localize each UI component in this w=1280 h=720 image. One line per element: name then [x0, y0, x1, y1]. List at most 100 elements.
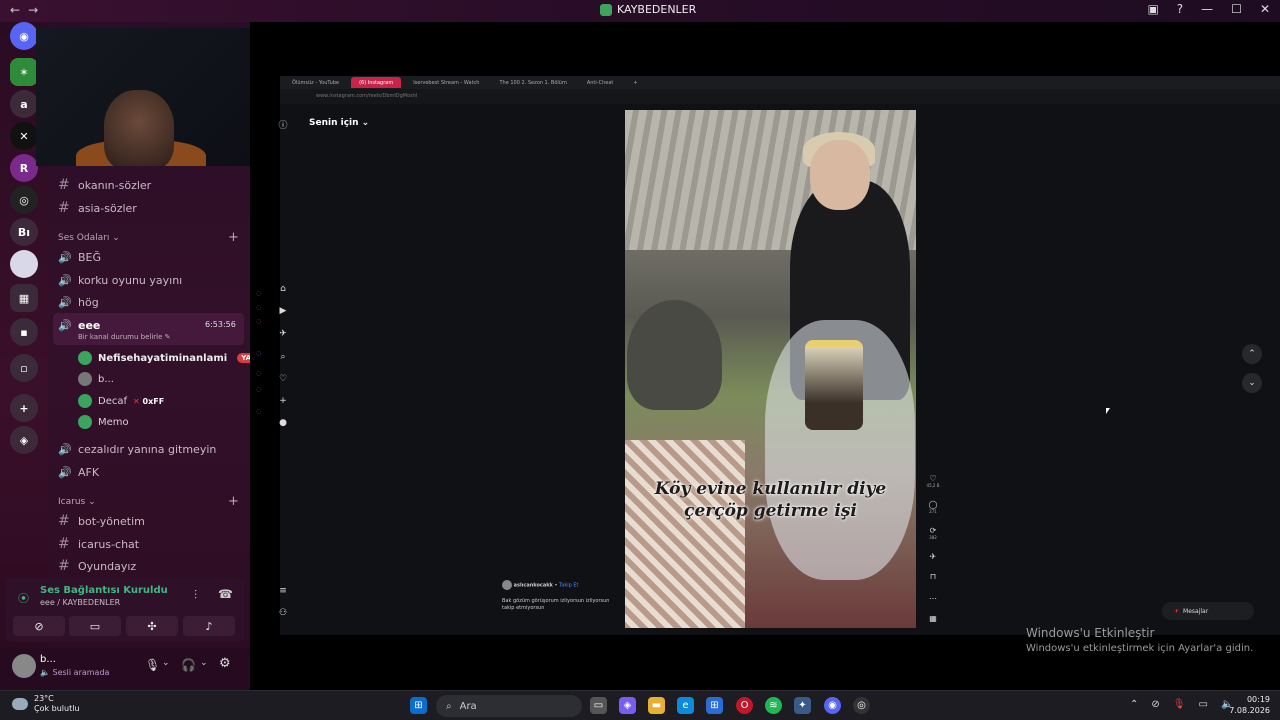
headphones-icon[interactable]: 🎧 — [181, 658, 196, 672]
voice-channel-cezalidir[interactable]: 🔊 cezalıdır yanına gitmeyin — [58, 440, 216, 458]
weather-widget[interactable]: 23°C Çok bulutlu — [12, 694, 80, 714]
voice-member[interactable]: NefisehayatiminanlamiYAYINDA — [78, 350, 280, 366]
server-a[interactable]: a — [10, 90, 38, 118]
feed-selector[interactable]: Senin için ⌄ — [309, 118, 369, 128]
taskbar-search[interactable]: ⌕ Ara — [436, 695, 582, 717]
tab-stream[interactable]: Iservebest Stream - Watch — [405, 77, 487, 88]
server-anime-icon[interactable] — [10, 250, 38, 278]
tab-youtube[interactable]: Ölümsüz - YouTube — [284, 77, 347, 88]
chevron-down-icon[interactable]: ⌄ — [162, 658, 170, 668]
inbox-icon[interactable]: ▣ — [1147, 2, 1158, 16]
create-icon[interactable]: + — [277, 396, 289, 406]
file-explorer-icon[interactable]: ▬ — [648, 697, 665, 714]
voice-channel-korku[interactable]: 🔊 korku oyunu yayını — [58, 271, 182, 289]
obs-icon[interactable]: ◎ — [853, 697, 870, 714]
home-icon[interactable]: ⌂ — [277, 284, 289, 294]
spotify-icon[interactable]: ≋ — [765, 697, 782, 714]
channel-status[interactable]: Bir kanal durumu belirle ✎ — [78, 333, 171, 341]
store-icon[interactable]: ⊞ — [706, 697, 723, 714]
menu-icon[interactable]: ≡ — [277, 586, 289, 596]
server-folder2-icon[interactable]: ▪ — [10, 318, 38, 346]
close-button[interactable]: ✕ — [1260, 2, 1270, 16]
discord-home-icon[interactable]: ◉ — [10, 22, 38, 50]
copilot-icon[interactable]: ◈ — [619, 697, 636, 714]
settings-gear-icon[interactable]: ⚙ — [219, 656, 231, 671]
avatar[interactable] — [12, 654, 36, 678]
text-channel-asia-sozler[interactable]: # asia-sözler — [58, 199, 137, 217]
minimize-button[interactable]: — — [1201, 2, 1213, 16]
reel-video[interactable]: Köy evine kullanılır diye çerçöp getirme… — [625, 110, 916, 628]
microphone-icon[interactable]: 🎙 — [1173, 699, 1186, 710]
add-channel-icon[interactable]: + — [228, 494, 239, 509]
more-options-button[interactable]: … — [926, 592, 940, 601]
share-button[interactable]: ✈ — [926, 552, 940, 561]
messages-button[interactable]: ✈ Mesajlar — [1162, 602, 1254, 620]
address-bar[interactable]: www.instagram.com/reels/DbmlDgMoshl — [280, 89, 1280, 104]
server-emblem-icon[interactable]: ◎ — [10, 186, 38, 214]
network-off-icon[interactable]: ⊘ — [1151, 699, 1159, 710]
server-folder3-icon[interactable]: ▫ — [10, 354, 38, 382]
task-view-icon[interactable]: ▭ — [590, 697, 607, 714]
voice-channel-hog[interactable]: 🔊 hög — [58, 293, 99, 311]
category-icarus[interactable]: Icarus ⌄ — [58, 497, 96, 507]
tab-the100[interactable]: The 100 2. Sezon 1. Bölüm — [491, 77, 574, 88]
reels-icon[interactable]: ▶ — [277, 306, 289, 316]
instagram-logo-icon[interactable]: ⓘ — [277, 118, 289, 131]
discord-icon[interactable]: ◉ — [824, 697, 841, 714]
soundboard-icon[interactable]: ⫶ — [194, 588, 197, 603]
server-kaybedenler-icon[interactable]: ✶ — [10, 58, 38, 86]
server-0xff-icon[interactable]: ✕ — [10, 122, 38, 150]
edge-icon[interactable]: e — [677, 697, 694, 714]
microphone-icon[interactable]: 🎙 — [145, 658, 160, 672]
voice-channel-beg[interactable]: 🔊 BEĞ — [58, 248, 101, 266]
clock[interactable]: 00:19 7.08.2026 — [1228, 694, 1270, 716]
text-channel-oyundayiz[interactable]: # Oyundayız — [58, 557, 136, 575]
help-icon[interactable]: ? — [1177, 2, 1183, 16]
voice-member[interactable]: Memo — [78, 414, 129, 430]
avatar[interactable] — [502, 580, 512, 590]
new-tab-button[interactable]: + — [625, 77, 645, 88]
camera-button[interactable]: ⊘ — [13, 616, 65, 636]
nav-arrows[interactable]: ←→ — [10, 3, 46, 17]
more-icon[interactable]: ⚇ — [277, 608, 289, 618]
save-button[interactable]: ⊓ — [926, 572, 940, 581]
voice-channel-afk[interactable]: 🔊 AFK — [58, 463, 99, 481]
messages-icon[interactable]: ✈ — [277, 329, 289, 339]
app-icon[interactable]: ✦ — [794, 697, 811, 714]
profile-avatar-icon[interactable]: ● — [277, 418, 289, 428]
next-reel-button[interactable]: ⌄ — [1242, 373, 1262, 393]
disconnect-icon[interactable]: ☎ — [218, 587, 233, 601]
server-folder-icon[interactable]: ▦ — [10, 284, 38, 312]
text-channel-bot-yonetim[interactable]: # bot-yönetim — [58, 512, 145, 530]
notifications-heart-icon[interactable]: ♡ — [277, 374, 289, 384]
opera-icon[interactable]: O — [736, 697, 753, 714]
voice-member[interactable]: Decaf ✕ 0xFF — [78, 393, 164, 409]
text-channel-okanin-sozler[interactable]: # okanın-sözler — [58, 176, 151, 194]
chevron-down-icon[interactable]: ⌄ — [200, 658, 208, 668]
audio-thumbnail[interactable]: ▦ — [926, 614, 940, 623]
like-button[interactable]: ♡ 45,2 B — [926, 474, 940, 488]
server-bi[interactable]: Bı — [10, 218, 38, 246]
add-channel-icon[interactable]: + — [228, 230, 239, 245]
tab-instagram[interactable]: (6) Instagram — [351, 77, 402, 88]
discover-icon[interactable]: ◈ — [10, 426, 38, 454]
category-ses-odalari[interactable]: Ses Odaları ⌄ — [58, 233, 120, 243]
previous-reel-button[interactable]: ⌃ — [1242, 344, 1262, 364]
chevron-up-icon[interactable]: ⌃ — [1130, 699, 1138, 710]
add-server-icon[interactable]: + — [10, 394, 38, 422]
member-tag: ✕ 0xFF — [133, 396, 165, 406]
display-icon[interactable]: ▭ — [1198, 699, 1207, 710]
comment-button[interactable]: ◯ 271 — [926, 500, 940, 514]
screenshare-button[interactable]: ▭ — [69, 616, 121, 636]
maximize-button[interactable]: ☐ — [1231, 2, 1242, 16]
start-icon[interactable]: ⊞ — [410, 697, 427, 714]
search-icon[interactable]: ⌕ — [277, 352, 289, 362]
text-channel-icarus-chat[interactable]: # icarus-chat — [58, 535, 139, 553]
tab-anticheat[interactable]: Anti-Cheat — [579, 77, 622, 88]
activities-button[interactable]: ✣ — [126, 616, 178, 636]
voice-channel-eee[interactable]: 🔊 eee — [58, 316, 100, 334]
repost-button[interactable]: ⟳ 382 — [926, 526, 940, 540]
voice-member[interactable]: b... — [78, 371, 114, 387]
soundboard-button[interactable]: ♪ — [183, 616, 235, 636]
server-r-icon[interactable]: R — [10, 154, 38, 182]
